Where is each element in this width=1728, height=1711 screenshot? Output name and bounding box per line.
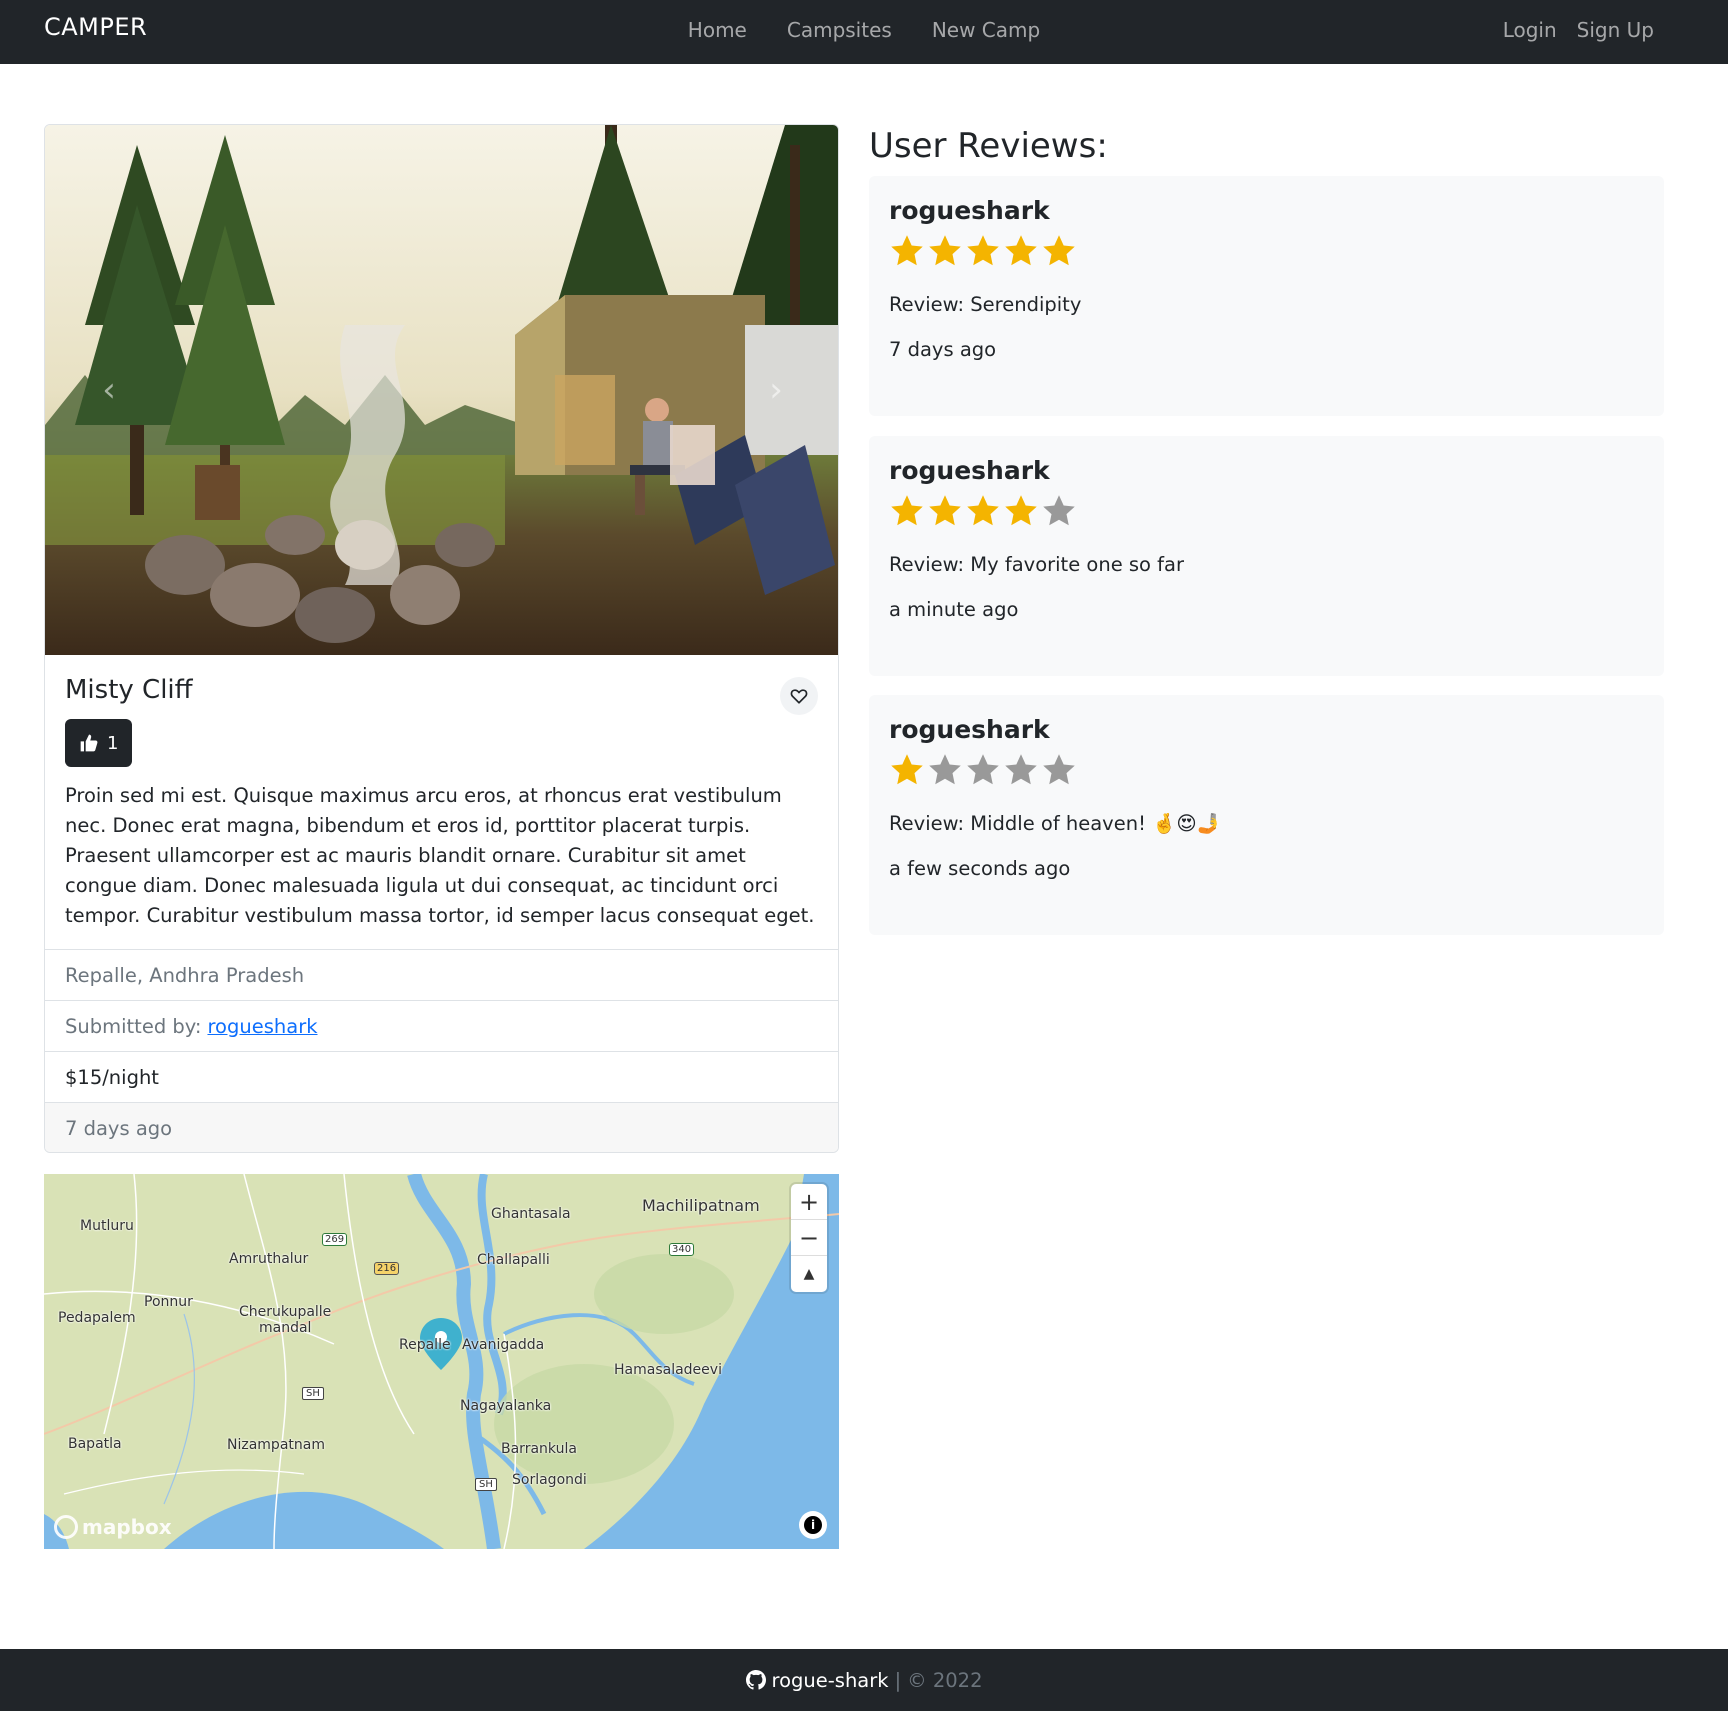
campground-card: ‹ › Misty Cliff 1 Proin sed mi est. Quis…: [44, 124, 839, 1153]
star-empty-icon: [1005, 754, 1037, 785]
review-time: a minute ago: [889, 598, 1019, 621]
nav-links: Home Campsites New Camp: [0, 18, 1728, 42]
map-label-nagayalanka: Nagayalanka: [460, 1398, 552, 1414]
github-icon: [745, 1670, 766, 1690]
map-label-mutluru: Mutluru: [80, 1218, 134, 1234]
author-link[interactable]: rogueshark: [207, 1015, 317, 1038]
info-icon: i: [804, 1516, 822, 1534]
campground-photo: [45, 125, 838, 655]
star-filled-icon: [891, 235, 923, 266]
star-rating: [889, 752, 1644, 788]
map-label-repalle: Repalle: [399, 1337, 451, 1353]
star-filled-icon: [929, 495, 961, 526]
thumbs-up-icon: [80, 734, 98, 752]
star-empty-icon: [929, 754, 961, 785]
github-username: rogue-shark: [771, 1668, 889, 1692]
like-count: 1: [107, 732, 119, 754]
carousel-next-button[interactable]: ›: [756, 365, 796, 415]
carousel-prev-button[interactable]: ‹: [89, 365, 129, 415]
review-card: rogueshark Review: My favorite one so fa…: [869, 436, 1664, 676]
submitted-by-label: Submitted by:: [65, 1014, 202, 1038]
nav-home-link[interactable]: Home: [688, 18, 747, 42]
mapbox-icon: [54, 1515, 78, 1539]
navbar: CAMPER Home Campsites New Camp Login Sig…: [0, 0, 1728, 64]
route-shield-sh-1: SH: [302, 1387, 324, 1400]
route-shield-340: 340: [669, 1243, 695, 1256]
mapbox-wordmark: mapbox: [82, 1515, 172, 1539]
map-label-bapatla: Bapatla: [68, 1436, 122, 1452]
map-label-sorlagondi: Sorlagondi: [512, 1472, 587, 1488]
github-link[interactable]: rogue-shark: [745, 1668, 889, 1692]
campground-location: Repalle, Andhra Pradesh: [45, 949, 838, 1000]
footer-copyright: © 2022: [907, 1668, 983, 1692]
review-author: rogueshark: [889, 196, 1050, 225]
star-filled-icon: [1043, 235, 1075, 266]
campground-description: Proin sed mi est. Quisque maximus arcu e…: [65, 784, 815, 927]
campground-map[interactable]: Mutluru Amruthalur Ponnur Pedapalem Cher…: [44, 1174, 839, 1549]
favorite-button[interactable]: [780, 677, 818, 715]
attribution-info-button[interactable]: i: [799, 1511, 827, 1539]
map-label-ponnur: Ponnur: [144, 1294, 193, 1310]
review-time: 7 days ago: [889, 338, 997, 361]
campground-submitted-by: Submitted by: rogueshark: [45, 1000, 838, 1051]
footer-separator: |: [894, 1668, 902, 1692]
signup-link[interactable]: Sign Up: [1577, 18, 1654, 42]
map-label-challapalli: Challapalli: [477, 1252, 550, 1268]
star-filled-icon: [929, 235, 961, 266]
route-shield-216: 216: [374, 1262, 400, 1275]
map-label-machilipatnam: Machilipatnam: [642, 1196, 760, 1215]
map-navigation-controls: + − ▲: [791, 1184, 827, 1292]
star-filled-icon: [891, 754, 923, 785]
review-author: rogueshark: [889, 715, 1050, 744]
star-filled-icon: [1005, 495, 1037, 526]
review-text: Review: Serendipity: [889, 293, 1082, 316]
map-label-hamasaladeevi: Hamasaladeevi: [614, 1362, 722, 1378]
map-label-amruthalur: Amruthalur: [229, 1251, 309, 1267]
star-rating: [889, 493, 1644, 529]
campground-photo-carousel: ‹ ›: [45, 125, 838, 655]
map-label-pedapalem: Pedapalem: [58, 1310, 136, 1326]
heart-icon: [790, 689, 808, 704]
review-card: rogueshark Review: Serendipity 7 days ag…: [869, 176, 1664, 416]
mapbox-logo[interactable]: mapbox: [54, 1515, 172, 1539]
star-filled-icon: [891, 495, 923, 526]
map-label-avanigadda: Avanigadda: [462, 1337, 545, 1353]
route-shield-sh-2: SH: [475, 1478, 497, 1491]
star-filled-icon: [967, 235, 999, 266]
review-card: rogueshark Review: Middle of heaven! 🤞😍🤳…: [869, 695, 1664, 935]
campground-title: Misty Cliff: [65, 675, 193, 705]
login-link[interactable]: Login: [1503, 18, 1557, 42]
map-label-barrankula: Barrankula: [501, 1441, 577, 1457]
review-text: Review: Middle of heaven! 🤞😍🤳: [889, 812, 1221, 835]
map-label-mandal: mandal: [259, 1320, 312, 1336]
zoom-in-button[interactable]: +: [791, 1184, 827, 1220]
map-label-cherukupalle: Cherukupalle: [239, 1304, 332, 1320]
route-shield-269: 269: [322, 1233, 348, 1246]
nav-campsites-link[interactable]: Campsites: [787, 18, 892, 42]
review-text: Review: My favorite one so far: [889, 553, 1185, 576]
zoom-out-button[interactable]: −: [791, 1220, 827, 1256]
review-author: rogueshark: [889, 456, 1050, 485]
card-body: Misty Cliff 1 Proin sed mi est. Quisque …: [45, 655, 838, 949]
star-empty-icon: [1043, 495, 1075, 526]
campground-created-time: 7 days ago: [45, 1102, 838, 1152]
review-time: a few seconds ago: [889, 857, 1071, 880]
map-label-ghantasala: Ghantasala: [491, 1206, 571, 1222]
auth-links: Login Sign Up: [1503, 18, 1654, 42]
compass-button[interactable]: ▲: [791, 1256, 827, 1292]
reviews-heading: User Reviews:: [869, 126, 1108, 166]
map-label-nizampatnam: Nizampatnam: [227, 1437, 325, 1453]
like-button[interactable]: 1: [65, 719, 133, 767]
footer: rogue-shark | © 2022: [0, 1649, 1728, 1711]
star-rating: [889, 233, 1644, 269]
campground-price: $15/night: [45, 1051, 838, 1102]
star-empty-icon: [1043, 754, 1075, 785]
star-filled-icon: [1005, 235, 1037, 266]
star-filled-icon: [967, 495, 999, 526]
nav-new-camp-link[interactable]: New Camp: [932, 18, 1040, 42]
star-empty-icon: [967, 754, 999, 785]
